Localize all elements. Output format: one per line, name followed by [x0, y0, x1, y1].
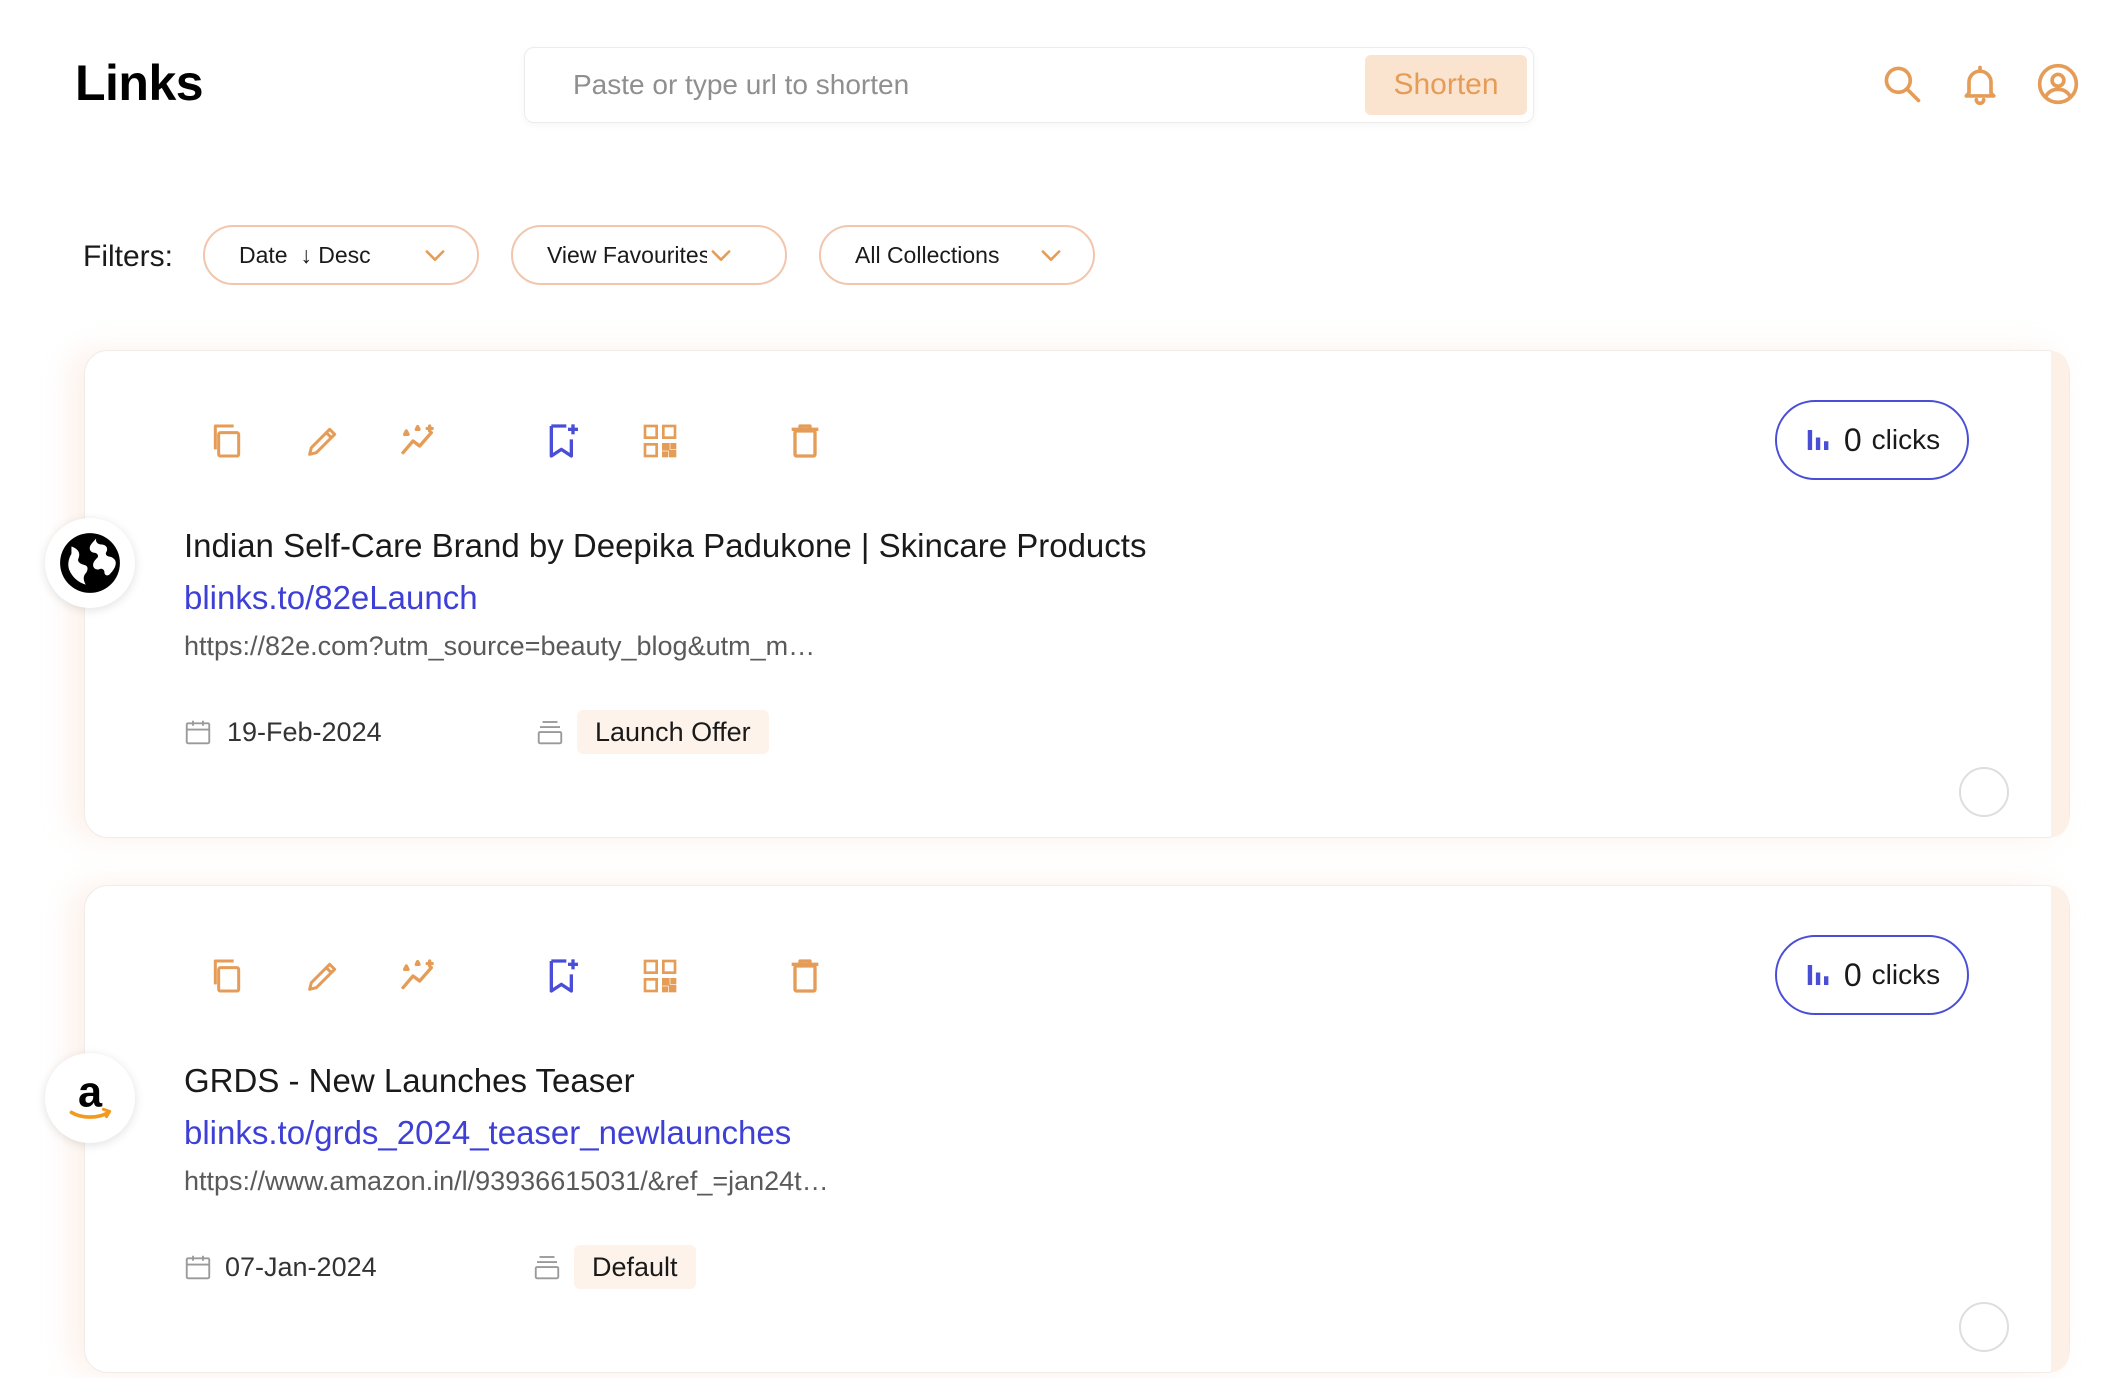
collections-filter-value: All Collections [855, 241, 1000, 268]
clicks-count: 0 [1843, 956, 1862, 993]
url-shortener-bar: Shorten [524, 47, 1534, 123]
bar-chart-icon [1807, 965, 1829, 985]
trash-icon[interactable] [785, 956, 825, 996]
destination-url[interactable]: https://www.amazon.in/l/93936615031/&ref… [184, 1166, 856, 1197]
destination-url[interactable]: https://82e.com?utm_source=beauty_blog&u… [184, 631, 844, 662]
page-title: Links [75, 55, 204, 111]
select-checkbox[interactable] [1959, 1302, 2009, 1352]
clicks-label: clicks [1871, 424, 1941, 455]
globe-icon [60, 533, 120, 593]
favourites-filter-select[interactable]: View Favourites [511, 225, 787, 285]
copy-icon[interactable] [207, 421, 247, 461]
collection-stack-icon [534, 1256, 560, 1280]
analytics-trend-icon[interactable] [398, 956, 438, 996]
collection-tag[interactable]: Launch Offer [577, 710, 769, 754]
qr-code-icon[interactable] [640, 956, 680, 996]
edit-pencil-icon[interactable] [303, 956, 343, 996]
trash-icon[interactable] [785, 421, 825, 461]
favourites-filter-value: View Favourites [547, 241, 707, 268]
clicks-button[interactable]: 0 clicks [1775, 400, 1969, 480]
bar-chart-icon [1807, 430, 1829, 450]
qr-code-icon[interactable] [640, 421, 680, 461]
link-title: Indian Self-Care Brand by Deepika Paduko… [184, 527, 1147, 564]
clicks-button[interactable]: 0 clicks [1775, 935, 1969, 1015]
edit-pencil-icon[interactable] [303, 421, 343, 461]
favicon: a [45, 1053, 135, 1143]
chevron-down-icon [425, 250, 445, 261]
link-card: 0 clicks Indian Self-Care Brand by Deepi… [45, 350, 2070, 838]
created-date: 19-Feb-2024 [227, 717, 382, 747]
bookmark-add-icon[interactable] [543, 421, 583, 461]
clicks-count: 0 [1843, 421, 1862, 458]
url-input[interactable] [573, 48, 1365, 122]
select-checkbox[interactable] [1959, 767, 2009, 817]
chevron-down-icon [711, 250, 731, 261]
sort-filter-value: Date ↓ Desc [239, 241, 371, 268]
calendar-icon [185, 720, 211, 745]
search-icon[interactable] [1880, 62, 1924, 106]
bookmark-add-icon[interactable] [543, 956, 583, 996]
collection-tag[interactable]: Default [574, 1245, 696, 1289]
link-title: GRDS - New Launches Teaser [184, 1062, 635, 1099]
copy-icon[interactable] [207, 956, 247, 996]
calendar-icon [185, 1255, 211, 1280]
filters-label: Filters: [83, 240, 173, 273]
short-link[interactable]: blinks.to/82eLaunch [184, 579, 478, 617]
analytics-trend-icon[interactable] [398, 421, 438, 461]
short-link[interactable]: blinks.to/grds_2024_teaser_newlaunches [184, 1114, 791, 1152]
svg-text:a: a [78, 1068, 103, 1116]
user-circle-icon[interactable] [2036, 62, 2080, 106]
amazon-icon: a [69, 1068, 112, 1119]
created-date: 07-Jan-2024 [225, 1252, 377, 1282]
clicks-label: clicks [1871, 959, 1941, 990]
sort-filter-select[interactable]: Date ↓ Desc [203, 225, 479, 285]
chevron-down-icon [1041, 250, 1061, 261]
collection-stack-icon [537, 721, 563, 745]
collections-filter-select[interactable]: All Collections [819, 225, 1095, 285]
link-card: 0 clicks a GRDS - New Launches Teaser bl… [45, 885, 2070, 1373]
bell-icon[interactable] [1958, 62, 2002, 106]
favicon [45, 518, 135, 608]
shorten-button[interactable]: Shorten [1365, 55, 1527, 115]
